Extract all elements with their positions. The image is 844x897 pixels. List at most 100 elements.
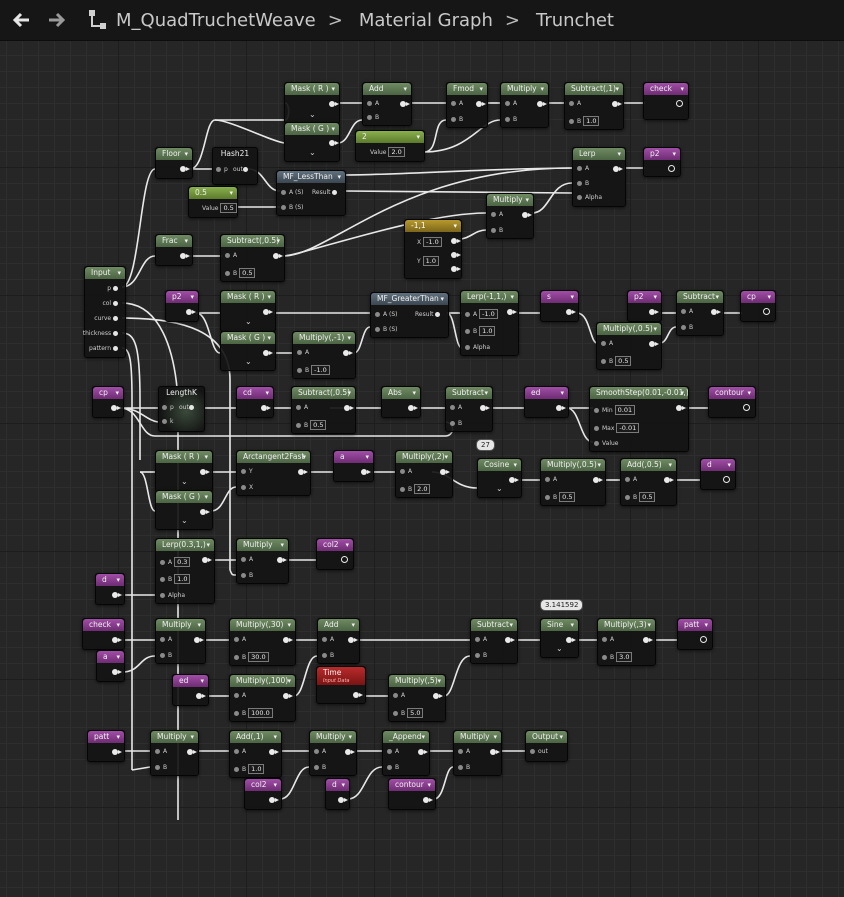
chevron-down-icon[interactable]: ▾ [345,539,349,551]
chevron-down-icon[interactable]: ▾ [229,187,233,199]
chevron-down-icon[interactable]: ▾ [265,387,269,399]
chevron-down-icon[interactable]: ▾ [273,779,277,791]
chevron-down-icon[interactable]: ▾ [276,235,280,247]
value-field[interactable]: 0.5 [239,268,256,278]
multiply-node[interactable]: Multiply ▾ A B [236,538,289,584]
variable-get-node[interactable]: s ▾ [540,290,579,322]
mask-g-node[interactable]: Mask ( G ) ▾ ⌄ [220,331,276,371]
chevron-down-icon[interactable]: ▾ [190,291,194,303]
output-pin[interactable] [263,350,273,356]
chevron-down-icon[interactable]: ▾ [437,675,441,687]
variable-get-node[interactable]: check ▾ [82,618,125,650]
output-pin[interactable] [200,469,210,475]
output-pin[interactable] [440,469,450,475]
chevron-down-icon[interactable]: ▾ [204,451,208,463]
output-pin[interactable] [111,405,121,411]
breadcrumb-current[interactable]: Trunchet [536,10,614,31]
time-node[interactable]: Time Input Data [316,666,366,704]
variable-get-node[interactable]: d ▾ [325,778,350,810]
output-pin[interactable] [112,669,122,675]
smoothstep-node[interactable]: SmoothStep(0.01,-0.01,) ▾ Min 0.01 Max -0.0… [589,386,689,452]
variable-set-node[interactable]: col2 ▾ [316,538,354,570]
chevron-down-icon[interactable]: ▾ [427,779,431,791]
chevron-down-icon[interactable]: ▾ [416,131,420,143]
output-pin[interactable] [361,469,371,475]
comment-bubble[interactable]: 27 [476,439,495,451]
output-pin[interactable] [277,557,287,563]
mf-lessthan-node[interactable]: MF_LessThan ▾ A (S) B (S) Result [276,170,346,216]
chevron-down-icon[interactable]: ▾ [444,451,448,463]
value-field[interactable]: 3.0 [616,652,633,662]
chevron-down-icon[interactable]: ▾ [513,459,517,471]
chevron-down-icon[interactable]: ▾ [680,387,684,399]
output-ring[interactable] [676,100,683,107]
variable-get-node[interactable]: p2 ▾ [627,290,662,322]
chevron-down-icon[interactable]: ▾ [715,291,719,303]
chevron-down-icon[interactable]: ▾ [206,539,210,551]
variable-get-node[interactable]: cd ▾ [236,386,274,418]
add-node[interactable]: Add ▾ A B [362,82,412,126]
variable-get-node[interactable]: contour ▾ [388,778,436,810]
chevron-down-icon[interactable]: ▾ [479,83,483,95]
output-pin[interactable] [261,405,271,411]
chevron-down-icon[interactable]: ⌄ [556,644,563,653]
chevron-down-icon[interactable]: ▾ [767,291,771,303]
output-pin[interactable] [556,405,566,411]
output-pin[interactable] [711,309,721,315]
chevron-down-icon[interactable]: ▾ [559,731,563,743]
mask-r-node[interactable]: Mask ( R ) ▾ ⌄ [220,290,276,332]
variable-get-node[interactable]: cp ▾ [92,386,124,418]
abs-node[interactable]: Abs ▾ [381,386,421,418]
chevron-down-icon[interactable]: ▾ [509,619,513,631]
chevron-down-icon[interactable]: ▾ [570,291,574,303]
output-ring[interactable] [668,165,675,172]
value-field[interactable]: 0.3 [174,557,191,567]
fmod-node[interactable]: Fmod ▾ A B [446,82,488,128]
value-field[interactable]: 2.0 [388,147,405,157]
value-field[interactable]: 1.0 [174,574,191,584]
mf-greaterthan-node[interactable]: MF_GreaterThan ▾ A (S) B (S) Result [370,292,449,338]
append-node[interactable]: _Append ▾ A B [382,730,430,776]
output-pin[interactable] [400,101,410,107]
chevron-down-icon[interactable]: ⌄ [309,110,316,119]
variable-get-node[interactable]: ed ▾ [524,386,569,418]
chevron-down-icon[interactable]: ▾ [184,148,188,160]
chevron-down-icon[interactable]: ▾ [341,779,345,791]
value-field[interactable]: 1.0 [248,764,265,774]
output-pin[interactable] [344,405,354,411]
add-node[interactable]: Add(,1) ▾ A B 1.0 [229,730,282,778]
output-pin[interactable] [112,592,122,598]
chevron-down-icon[interactable]: ▾ [115,387,119,399]
multiply-node[interactable]: Multiply(,0.5) ▾ A B 0.5 [596,322,662,370]
mask-g-node[interactable]: Mask ( G ) ▾ ⌄ [284,122,340,162]
lengthk-node[interactable]: LengthK p k out [158,386,205,432]
chevron-down-icon[interactable]: ▾ [204,491,208,503]
output-pin[interactable] [451,238,461,244]
chevron-down-icon[interactable]: ⌄ [181,477,188,486]
frac-node[interactable]: Frac ▾ [155,234,193,266]
chevron-down-icon[interactable]: ▾ [116,731,120,743]
output-pin[interactable] [408,405,418,411]
value-field[interactable]: 30.0 [248,652,269,662]
chevron-down-icon[interactable]: ▾ [331,83,335,95]
chevron-down-icon[interactable]: ▾ [287,675,291,687]
output-pin[interactable] [476,101,486,107]
output-pin[interactable] [676,405,686,411]
constant-node[interactable]: 0.5 ▾ Value 0.5 [188,186,238,218]
lerp-node[interactable]: Lerp(-1,1,) ▾ A -1.0 B 1.0 Alpha [460,290,519,356]
output-pin[interactable] [480,405,490,411]
output-pin[interactable] [202,557,212,563]
chevron-down-icon[interactable]: ▾ [348,731,352,743]
chevron-down-icon[interactable]: ⌄ [496,484,503,493]
chevron-down-icon[interactable]: ▾ [440,293,444,305]
output-ring[interactable] [743,404,750,411]
chevron-down-icon[interactable]: ▾ [680,83,684,95]
subtract-node[interactable]: Subtract(,0.5) ▾ A B 0.5 [220,234,285,282]
mask-r-node[interactable]: Mask ( R ) ▾ ⌄ [284,82,340,124]
multiply-node[interactable]: Multiply(,2) ▾ A B 2.0 [395,450,453,498]
chevron-down-icon[interactable]: ▾ [510,291,514,303]
value-field[interactable]: 1.0 [479,326,496,336]
value-field[interactable]: -1.0 [423,237,442,247]
output-pin[interactable] [593,477,603,483]
chevron-down-icon[interactable]: ▾ [493,731,497,743]
